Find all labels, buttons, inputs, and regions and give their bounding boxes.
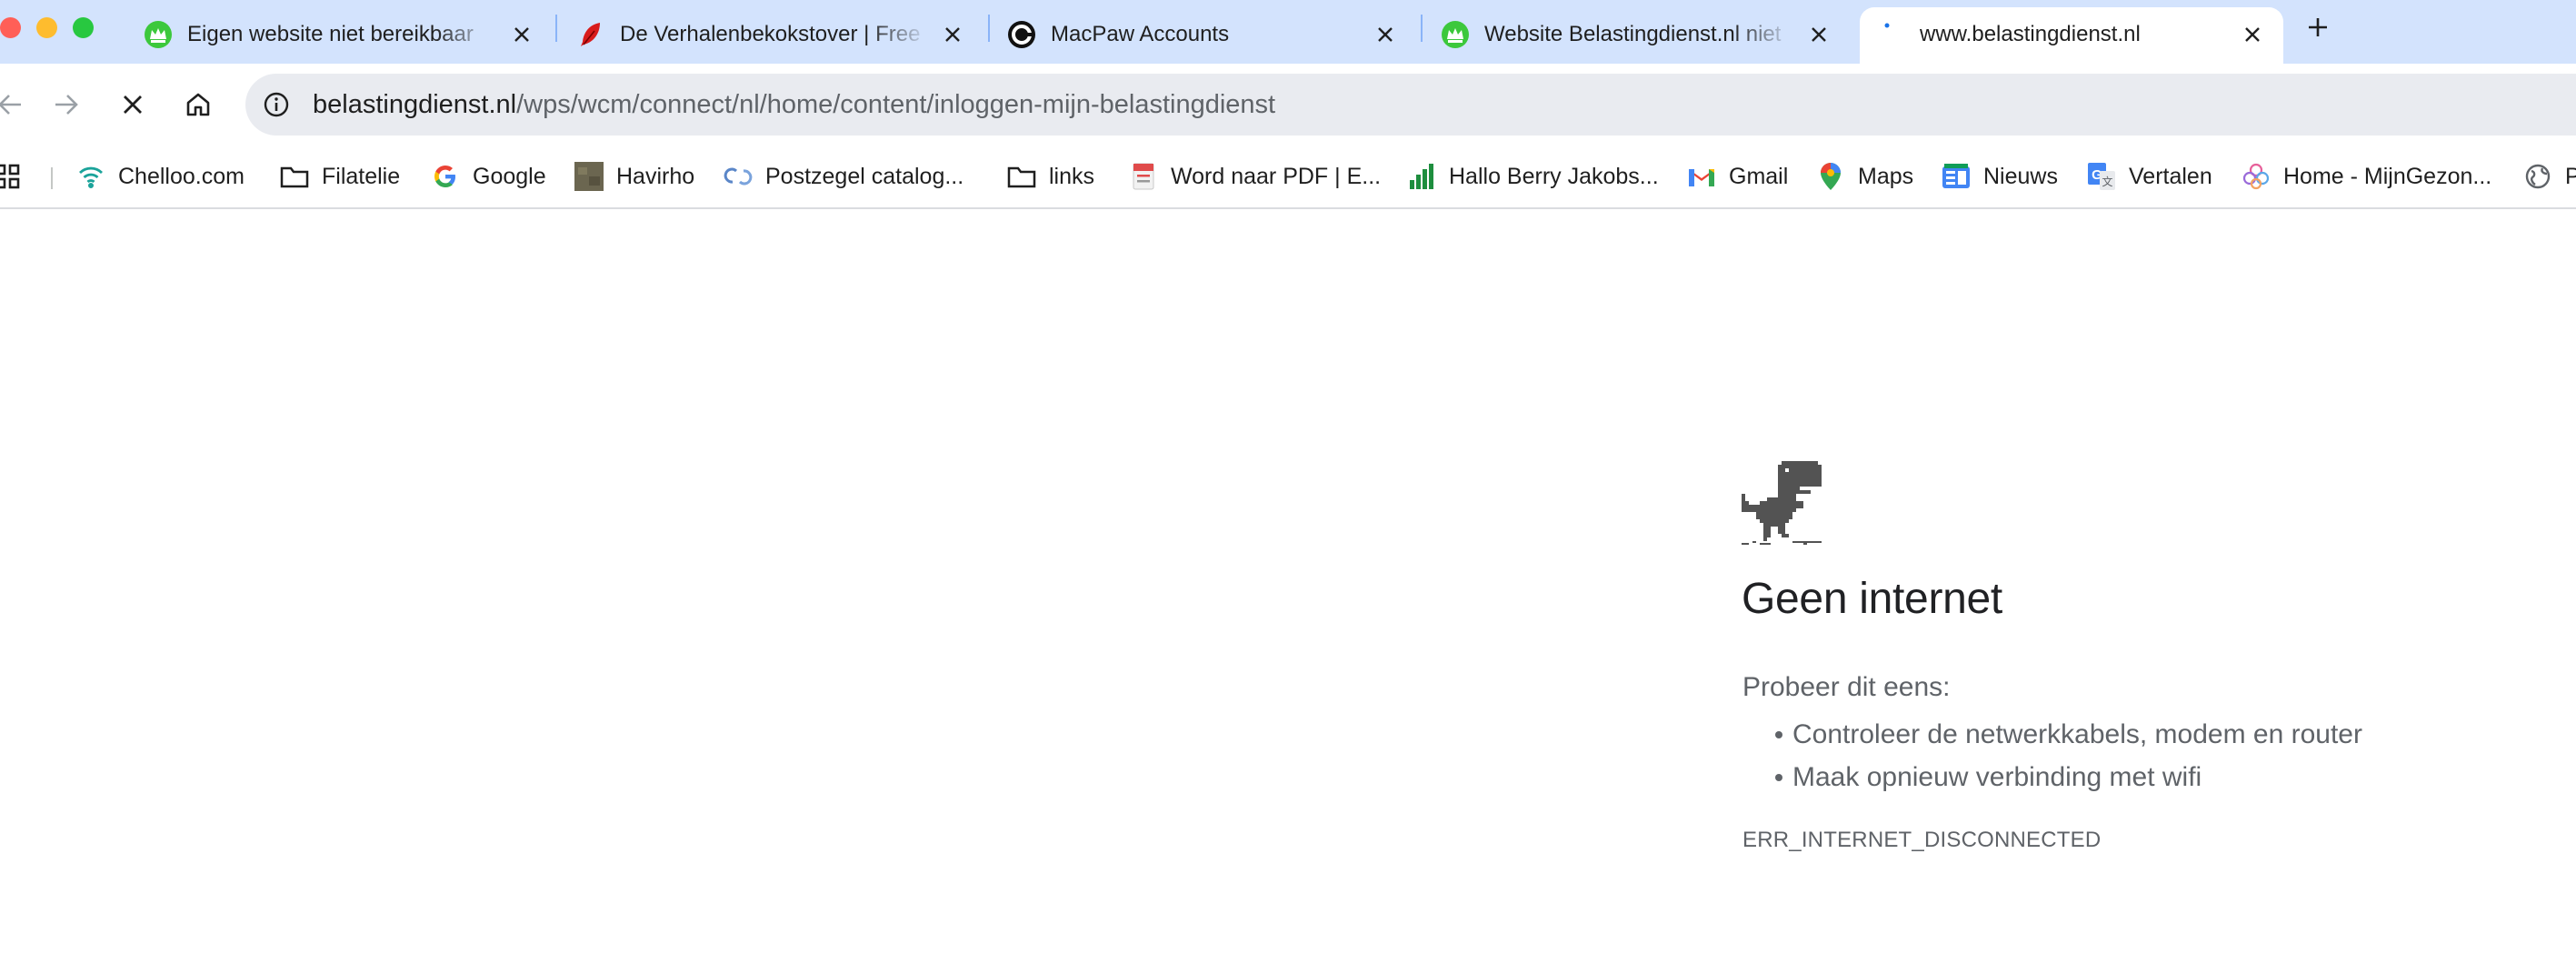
image-icon (574, 162, 604, 191)
bookmark-postzegel-catalog[interactable]: Postzegel catalog... (724, 156, 964, 196)
tab-macpaw-accounts[interactable]: MacPaw Accounts (1007, 7, 1407, 64)
google-icon (431, 162, 460, 191)
flower-icon (2242, 162, 2271, 191)
close-tab-icon[interactable] (1804, 20, 1833, 49)
stop-loading-button[interactable] (112, 84, 154, 126)
bookmark-label: links (1049, 163, 1095, 189)
news-icon (1942, 162, 1971, 191)
forward-button[interactable] (45, 84, 87, 126)
bookmarks-bar: Chelloo.com Filatelie Google Havirho Pos… (0, 146, 2576, 209)
back-button[interactable] (0, 84, 31, 126)
window-close-button[interactable] (0, 17, 21, 38)
home-button[interactable] (177, 84, 219, 126)
browser-toolbar: belastingdienst.nl/wps/wcm/connect/nl/ho… (0, 64, 2576, 146)
bookmark-label: Nieuws (1983, 163, 2058, 189)
tab-website-belastingdienst[interactable]: Website Belastingdienst.nl niet (1441, 7, 1841, 64)
site-info-icon[interactable] (260, 88, 293, 121)
bookmark-nieuws[interactable]: Nieuws (1942, 156, 2058, 196)
link-icon (724, 162, 753, 191)
window-minimize-button[interactable] (36, 17, 57, 38)
folder-icon (1007, 162, 1036, 191)
bookmark-vertalen[interactable]: G文 Vertalen (2087, 156, 2212, 196)
address-bar[interactable]: belastingdienst.nl/wps/wcm/connect/nl/ho… (245, 74, 2576, 136)
tab-title: Website Belastingdienst.nl niet (1484, 22, 1782, 46)
error-suggestion-intro: Probeer dit eens: (1742, 672, 1951, 702)
feather-icon (576, 20, 605, 49)
bookmark-label: Postzegel catalog... (765, 163, 964, 189)
bookmark-hallo-berry[interactable]: Hallo Berry Jakobs... (1407, 156, 1659, 196)
tab-eigen-website[interactable]: Eigen website niet bereikbaar (144, 7, 544, 64)
tab-title: Eigen website niet bereikbaar (187, 22, 474, 46)
translate-icon: G文 (2087, 162, 2116, 191)
maps-icon (1816, 162, 1845, 191)
error-suggestion-list: Controleer de netwerkkabels, modem en ro… (1775, 713, 2362, 798)
bookmark-p[interactable]: P (2523, 156, 2576, 196)
svg-text:文: 文 (2102, 175, 2112, 188)
bookmark-google[interactable]: Google (431, 156, 546, 196)
bookmark-gmail[interactable]: Gmail (1687, 156, 1788, 196)
bookmark-label: Hallo Berry Jakobs... (1449, 163, 1659, 189)
bookmark-label: Gmail (1729, 163, 1789, 189)
bookmark-label: Google (473, 163, 546, 189)
bookmark-label: P (2565, 163, 2576, 189)
crown-icon (1441, 20, 1470, 49)
close-tab-icon[interactable] (1371, 20, 1400, 49)
list-item: Maak opnieuw verbinding met wifi (1775, 756, 2362, 798)
wifi-icon (76, 162, 105, 191)
loading-icon (1880, 20, 1909, 49)
bookmark-label: Home - MijnGezon... (2283, 163, 2492, 189)
globe-icon (2523, 162, 2552, 191)
tab-title: MacPaw Accounts (1051, 22, 1230, 46)
tab-strip: Eigen website niet bereikbaar De Verhale… (0, 0, 2576, 64)
tab-verhalenbekokstover[interactable]: De Verhalenbekokstover | Free (576, 7, 976, 64)
error-page: Geen internet Probeer dit eens: Controle… (0, 210, 2576, 964)
bookmark-maps[interactable]: Maps (1816, 156, 1913, 196)
new-tab-button[interactable] (2301, 9, 2334, 45)
error-code: ERR_INTERNET_DISCONNECTED (1742, 828, 2102, 852)
apps-grid-icon (0, 162, 22, 191)
bookmark-label: Havirho (616, 163, 695, 189)
list-item: Controleer de netwerkkabels, modem en ro… (1775, 713, 2362, 756)
bookmark-links[interactable]: links (1007, 156, 1094, 196)
bookmark-mijngezondheid[interactable]: Home - MijnGezon... (2242, 156, 2491, 196)
tab-title: De Verhalenbekokstover | Free (620, 22, 921, 46)
bookmark-word-naar-pdf[interactable]: Word naar PDF | E... (1129, 156, 1381, 196)
bookmark-filatelie[interactable]: Filatelie (280, 156, 400, 196)
crown-icon (144, 20, 173, 49)
bookmark-label: Maps (1858, 163, 1914, 189)
gmail-icon (1687, 162, 1716, 191)
window-zoom-button[interactable] (73, 17, 94, 38)
pdf-icon (1129, 162, 1158, 191)
bookmark-label: Filatelie (322, 163, 401, 189)
close-tab-icon[interactable] (2238, 20, 2267, 49)
url-host: belastingdienst.nl (313, 90, 517, 119)
close-tab-icon[interactable] (507, 20, 536, 49)
tab-belastingdienst-active[interactable]: www.belastingdienst.nl (1860, 7, 2283, 64)
dinosaur-icon (1742, 461, 1822, 545)
url-path: /wps/wcm/connect/nl/home/content/inlogge… (516, 90, 1276, 119)
bookmark-label: Chelloo.com (118, 163, 245, 189)
apps-button[interactable] (0, 156, 22, 196)
close-tab-icon[interactable] (938, 20, 967, 49)
bookmark-chelloo[interactable]: Chelloo.com (76, 156, 245, 196)
error-title: Geen internet (1742, 575, 2002, 623)
bookmark-label: Vertalen (2129, 163, 2212, 189)
url-text[interactable]: belastingdienst.nl/wps/wcm/connect/nl/ho… (313, 89, 1275, 120)
folder-icon (280, 162, 309, 191)
bookmark-havirho[interactable]: Havirho (574, 156, 694, 196)
tab-title: www.belastingdienst.nl (1920, 22, 2141, 46)
macpaw-icon (1007, 20, 1036, 49)
bars-icon (1407, 162, 1436, 191)
bookmark-label: Word naar PDF | E... (1171, 163, 1382, 189)
